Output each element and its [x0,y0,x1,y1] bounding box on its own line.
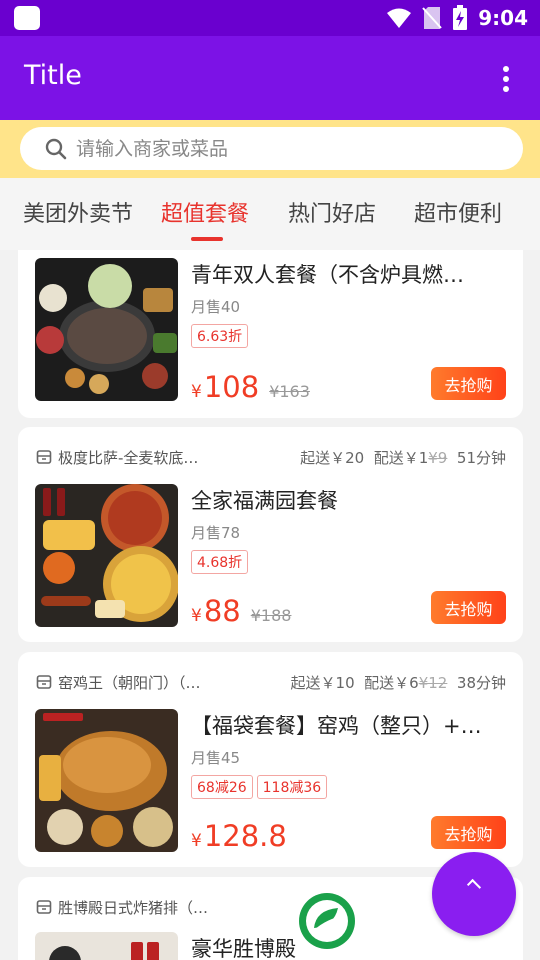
deal-card[interactable]: 极度比萨-全麦软底… 起送￥20 配送￥1¥9 51分钟 全家福满园套餐 月售7… [18,427,523,642]
deal-badges: 68减26 118减36 [191,775,331,799]
deal-title: 青年双人套餐（不含炉具燃… [191,263,464,287]
deal-image-roast-chicken [35,709,178,852]
status-time: 9:04 [478,6,528,30]
deal-sales: 月售40 [191,298,241,316]
deal-card[interactable]: 青年双人套餐（不含炉具燃… 月售40 6.63折 ¥ 108 ¥163 去抢购 [18,250,523,418]
store-name: 胜博殿日式炸猪排（… [58,898,209,917]
deal-badges: 6.63折 [191,324,252,348]
deal-image-pork-cutlet [35,932,178,960]
deal-card[interactable]: 窑鸡王（朝阳门）（… 起送￥10 配送￥6¥12 38分钟 【福袋套餐】窑鸡（整… [18,652,523,867]
buy-button[interactable]: 去抢购 [431,367,506,400]
deal-title: 【福袋套餐】窑鸡（整只）+… [191,714,482,738]
price-row: ¥ 128.8 [191,819,287,853]
more-vert-icon[interactable] [502,66,510,92]
floating-action-button[interactable] [432,852,516,936]
store-row[interactable]: 窑鸡王（朝阳门）（… 起送￥10 配送￥6¥12 38分钟 [36,671,506,693]
store-delivery-info: 起送￥10 配送￥6¥12 38分钟 [290,673,506,692]
promo-badge: 118减36 [256,775,328,799]
deal-image-hotpot [35,258,178,401]
original-price: ¥188 [250,606,292,625]
arrow-up-icon [466,878,482,894]
store-name: 窑鸡王（朝阳门）（… [58,673,201,692]
app-bar: Title [0,36,540,120]
deal-price: 128.8 [203,819,287,853]
store-icon [36,450,52,464]
tab-supermarket[interactable]: 超市便利 [414,196,502,228]
discount-badge: 4.68折 [191,550,249,574]
tab-indicator [191,237,223,241]
store-icon [36,675,52,689]
deal-sales: 月售78 [191,524,241,542]
wifi-icon [387,8,412,28]
category-tabs: 美团外卖节 超值套餐 热门好店 超市便利 [0,178,540,250]
deal-badges: 4.68折 [191,550,252,574]
deal-price: 88 [203,594,241,628]
search-icon [45,138,67,159]
store-delivery-info: 起送￥20 配送￥1¥9 51分钟 [300,448,506,467]
battery-charging-icon [453,5,468,30]
no-sim-icon [422,7,442,29]
store-row[interactable]: 极度比萨-全麦软底… 起送￥20 配送￥1¥9 51分钟 [36,446,506,468]
search-bar-container [0,120,540,178]
deal-price: 108 [203,370,260,404]
discount-badge: 6.63折 [191,324,249,348]
deal-sales: 月售45 [191,749,241,767]
price-row: ¥ 88 ¥188 [191,594,291,628]
original-price: ¥163 [269,382,310,401]
currency-symbol: ¥ [191,606,202,626]
deal-title: 全家福满园套餐 [191,489,338,513]
promo-badge: 68减26 [191,775,253,799]
store-row[interactable]: 胜博殿日式炸猪排（… [36,896,436,918]
deal-image-pizza [35,484,178,627]
tab-meituan-festival[interactable]: 美团外卖节 [23,196,133,228]
leaf-logo-icon [299,893,355,949]
tab-popular-stores[interactable]: 热门好店 [288,196,376,228]
tab-value-combos[interactable]: 超值套餐 [161,196,249,228]
store-name: 极度比萨-全麦软底… [58,448,199,467]
currency-symbol: ¥ [191,382,202,402]
page-title: Title [24,60,82,91]
store-icon [36,900,52,914]
price-row: ¥ 108 ¥163 [191,370,310,404]
status-bar: 9:04 [0,0,540,36]
deal-title: 豪华胜博殿 [191,937,296,960]
buy-button[interactable]: 去抢购 [431,816,506,849]
search-input[interactable] [76,137,496,160]
notification-icon [14,6,40,30]
search-box[interactable] [20,127,523,170]
currency-symbol: ¥ [191,831,202,851]
buy-button[interactable]: 去抢购 [431,591,506,624]
